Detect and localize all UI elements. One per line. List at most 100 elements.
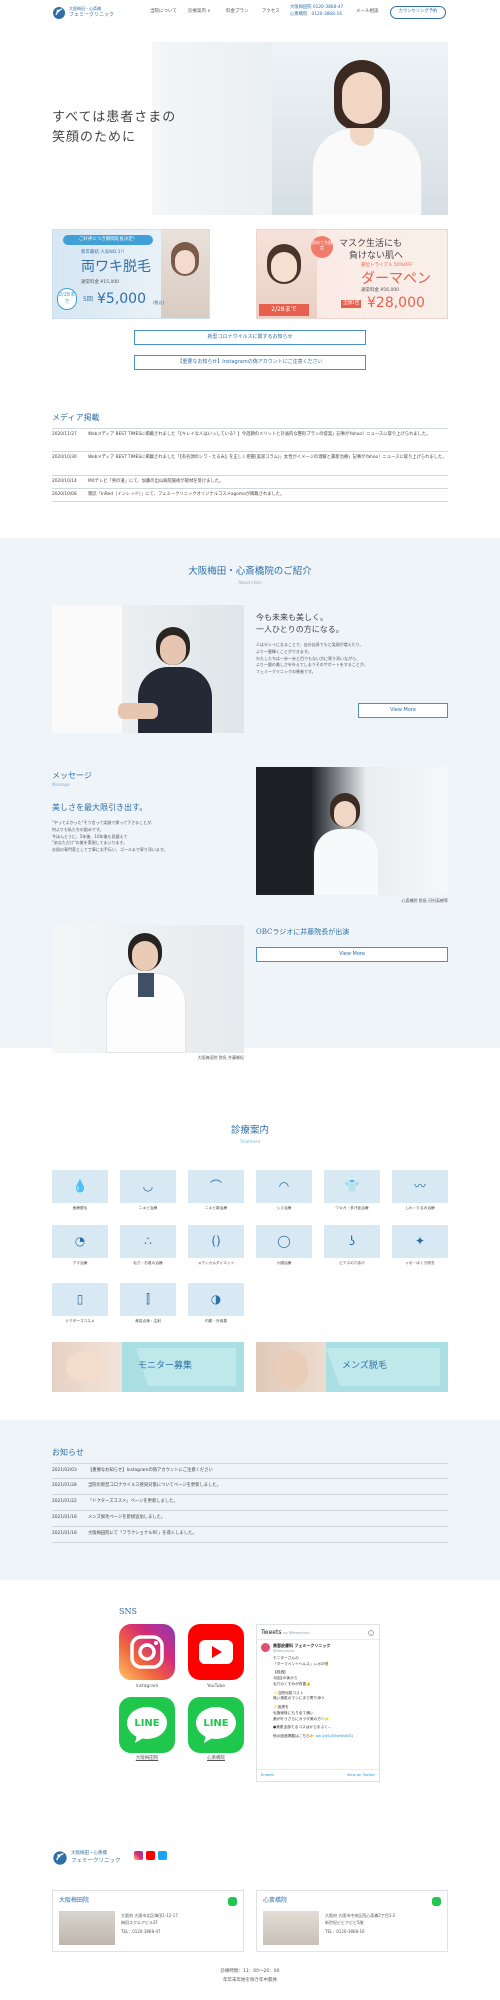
- line-shinsaibashi-link[interactable]: LINE: [188, 1697, 244, 1753]
- covid-notice-button[interactable]: 新型コロナウイルスに関するお知らせ: [134, 330, 366, 345]
- treatment-label[interactable]: イボ・ほくろ除去: [392, 1261, 448, 1266]
- radio-title: OBCラジオに井藤院長が出演: [256, 928, 350, 936]
- media-item[interactable]: 2020/10/30 Webメディア BEST TIMESに掲載されました「【有名…: [52, 452, 448, 476]
- treatment-tile[interactable]: 〰: [392, 1170, 448, 1203]
- treatment-title: 診療案内: [230, 1125, 269, 1136]
- monitor-banner[interactable]: モニター募集: [52, 1342, 244, 1392]
- tweets-embed-link[interactable]: Embed: [261, 1773, 274, 1778]
- treatment-label[interactable]: 医療脱毛: [52, 1206, 108, 1211]
- news-text: 大阪梅田院にて「フラクショナルRF」を導入しました。: [88, 1531, 197, 1536]
- treatment-tile[interactable]: (): [188, 1225, 244, 1258]
- footer-shinsaibashi-tel[interactable]: TEL：0120-3868-16: [325, 1929, 365, 1935]
- line-icon[interactable]: [432, 1897, 441, 1906]
- youtube-link[interactable]: [188, 1624, 244, 1680]
- treatment-label[interactable]: ピアスの穴あけ: [324, 1261, 380, 1266]
- nav-treatment[interactable]: 診療案内 ∨: [188, 9, 211, 15]
- tweet-body: モニターさんの 「ダーマペン＋ヘルス」レポ②🌿 【経過】 1回目の後から 毛穴の…: [273, 1656, 377, 1740]
- treatment-label[interactable]: 小顔治療: [256, 1261, 312, 1266]
- media-section-title: メディア掲載: [52, 413, 100, 422]
- line-shinsaibashi-label[interactable]: 心斎橋院: [188, 1756, 244, 1762]
- treatment-tile[interactable]: ◔: [52, 1225, 108, 1258]
- phone-shinsaibashi[interactable]: 心斎橋院 0120-3868-16: [290, 12, 342, 18]
- news-item[interactable]: 2021/01/18 大阪梅田院にて「フラクショナルRF」を導入しました。: [52, 1527, 448, 1543]
- phone-umeda[interactable]: 大阪梅田院 0120-3868-47: [290, 5, 343, 11]
- twitter-timeline[interactable]: Tweets by @femyclinic i 美容皮膚科 フェミークリニック …: [256, 1624, 380, 1782]
- line-icon[interactable]: [228, 1897, 237, 1906]
- treatment-tile[interactable]: ✦: [392, 1225, 448, 1258]
- nav-about[interactable]: 当院について: [150, 9, 177, 15]
- news-item[interactable]: 2021/01/22 「ドクターズコスメ」ページを更新しました。: [52, 1495, 448, 1511]
- line-umeda-link[interactable]: LINE: [119, 1697, 175, 1753]
- media-item[interactable]: 2020/11/27 Webメディア BEST TIMESに掲載されました「【キレ…: [52, 428, 448, 452]
- media-item[interactable]: 2020/10/14 MXテレビ「男の道」にて、加藤の出山病院施術が取材を受けまし…: [52, 476, 448, 489]
- treatment-tile[interactable]: ◯: [256, 1225, 312, 1258]
- twitter-icon[interactable]: [158, 1851, 167, 1860]
- instagram-label[interactable]: instagram: [119, 1684, 175, 1690]
- media-text: Webメディア BEST TIMESに掲載されました「【キレイな人はいっしている…: [88, 432, 431, 437]
- line-umeda-text: LINE: [134, 1718, 160, 1729]
- clinic-logo[interactable]: 大阪梅田・心斎橋 フェミークリニック: [52, 4, 122, 22]
- line-shinsaibashi-text: LINE: [203, 1718, 229, 1729]
- treatment-label[interactable]: しわ・たるみ治療: [392, 1206, 448, 1211]
- treatment-label[interactable]: ニキビ跡治療: [188, 1206, 244, 1211]
- counseling-reservation-button[interactable]: カウンセリング予約: [390, 6, 446, 19]
- campaign-banner-waki[interactable]: ご好評につき期間延長決定！ 新年最初 人気NO.1!! 両ワキ脱毛 通常料金 ¥…: [52, 229, 210, 319]
- instagram-link[interactable]: [119, 1624, 175, 1680]
- banner-left-sub: 新年最初 人気NO.1!!: [81, 250, 125, 255]
- tweet-link[interactable]: ow.ly/JSvX5mW4iDQ: [316, 1734, 353, 1738]
- mail-consult-link[interactable]: メール相談: [356, 9, 379, 15]
- logo-line2: フェミークリニック: [69, 12, 115, 18]
- radio-view-more-button[interactable]: View More: [256, 947, 448, 962]
- treatment-tile[interactable]: ∴: [120, 1225, 176, 1258]
- message-title: メッセージ: [52, 771, 92, 780]
- youtube-label[interactable]: YouTube: [188, 1684, 244, 1690]
- nav-price[interactable]: 料金プラン: [226, 9, 249, 15]
- youtube-icon[interactable]: [146, 1851, 155, 1860]
- doctor-photo-3: [52, 925, 244, 1053]
- treatment-label[interactable]: 内服・外用薬: [188, 1319, 244, 1324]
- news-item[interactable]: 2021/02/03 【重要なお知らせ】Instagramの偽アカウントにご注意く…: [52, 1463, 448, 1479]
- treatment-tile[interactable]: ◑: [188, 1283, 244, 1316]
- instagram-fake-notice-button[interactable]: 【重要なお知らせ】Instagramの偽アカウントにご注意ください: [134, 355, 366, 370]
- treatment-tile[interactable]: ▯: [52, 1283, 108, 1316]
- banner-left-badge: ご好評につき期間延長決定！: [63, 235, 153, 245]
- treatment-tile[interactable]: 💧: [52, 1170, 108, 1203]
- treatment-tile[interactable]: 👕: [324, 1170, 380, 1203]
- treatment-label[interactable]: 毛穴・お肌の治療: [120, 1261, 176, 1266]
- treatment-label[interactable]: 美容点滴・注射: [120, 1319, 176, 1324]
- banner-left-price: ¥5,000: [97, 291, 146, 307]
- footer-logo-line2: フェミークリニック: [71, 1858, 121, 1864]
- instagram-icon[interactable]: [134, 1851, 143, 1860]
- footer-logo[interactable]: 大阪梅田・心斎橋 フェミークリニック: [52, 1848, 132, 1868]
- hero: すべては患者さまの 笑顔のために: [0, 42, 500, 217]
- treatment-label[interactable]: クマ治療: [52, 1261, 108, 1266]
- treatment-tile[interactable]: ʖ: [324, 1225, 380, 1258]
- info-icon[interactable]: i: [368, 1630, 374, 1636]
- line-umeda-label[interactable]: 大阪梅田院: [119, 1756, 175, 1762]
- photo-caption-umeda: 大阪梅田院 院長 井藤郷紀: [197, 1055, 244, 1060]
- footer-shinsaibashi-building: 新世紀ビビクビビ5階: [325, 1920, 364, 1925]
- campaign-banner-dermapen[interactable]: 初めて方限定 マスク生活にも 負けない肌へ 部位トライアル 50%OFF ダーマ…: [256, 229, 448, 319]
- media-item[interactable]: 2020/10/08 雑誌「InRed（インレッド）」にて、フェミークリニックオリ…: [52, 489, 448, 502]
- treatment-icon: ∴: [144, 1234, 152, 1249]
- nav-access[interactable]: アクセス: [262, 9, 280, 15]
- treatment-label[interactable]: ニキビ治療: [120, 1206, 176, 1211]
- treatment-label[interactable]: ドクターズコスメ: [52, 1319, 108, 1324]
- treatment-label[interactable]: ワキガ・多汗症治療: [324, 1206, 380, 1211]
- intro-view-more-button[interactable]: View More: [358, 703, 448, 718]
- footer-umeda-tel[interactable]: TEL：0120-3868-47: [121, 1929, 161, 1935]
- news-item[interactable]: 2021/01/18 メンズ脱毛ページを新規追加しました。: [52, 1511, 448, 1527]
- treatment-tile[interactable]: ◡: [120, 1170, 176, 1203]
- banner-right-title-b: 負けない肌へ: [349, 251, 404, 261]
- treatment-tile[interactable]: ⌒: [188, 1170, 244, 1203]
- tweets-view-on-twitter-link[interactable]: View on Twitter: [347, 1773, 375, 1778]
- treatment-tile[interactable]: ◠: [256, 1170, 312, 1203]
- treatment-tile[interactable]: ⫿: [120, 1283, 176, 1316]
- doctor-photo-1: [52, 605, 244, 733]
- mens-hair-removal-banner[interactable]: メンズ脱毛: [256, 1342, 448, 1392]
- treatment-icon: ◯: [277, 1234, 291, 1249]
- treatment-label[interactable]: シミ治療: [256, 1206, 312, 1211]
- sns-title: SNS: [119, 1607, 137, 1616]
- news-item[interactable]: 2021/01/28 当院の新型コロナウイルス感染対策についてページを更新しました…: [52, 1479, 448, 1495]
- treatment-label[interactable]: メディカルダイエット: [188, 1261, 244, 1266]
